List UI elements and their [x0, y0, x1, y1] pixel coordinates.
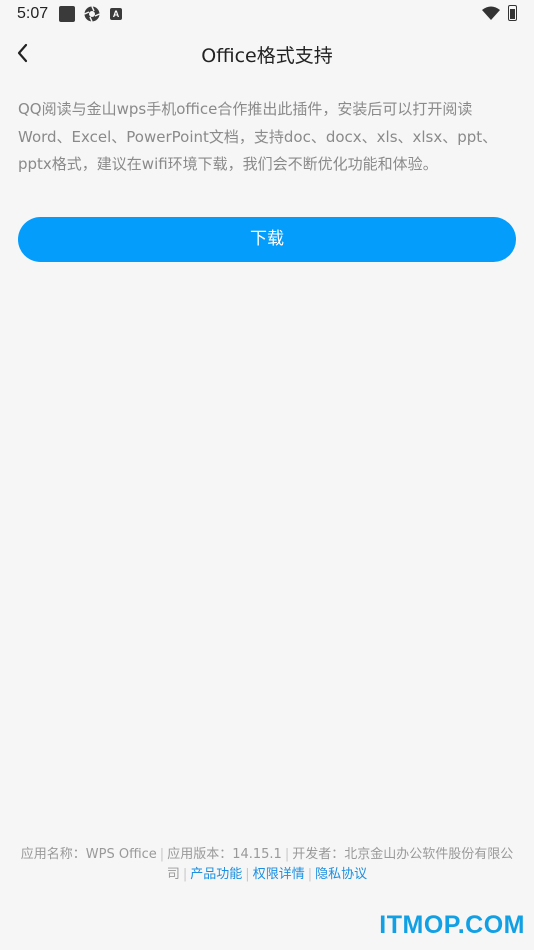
watermark-logo: ITMOP.COM	[379, 911, 525, 939]
app-info-footer: 应用名称：WPS Office | 应用版本：14.15.1 | 开发者：北京金山办公软…	[14, 845, 520, 885]
privacy-policy-link[interactable]: 隐私协议	[315, 867, 367, 882]
app-name-text: 应用名称：WPS Office	[20, 847, 157, 862]
product-features-link[interactable]: 产品功能	[190, 867, 242, 882]
divider: |	[245, 867, 250, 882]
divider: |	[284, 847, 290, 862]
a-letter-icon: A	[110, 8, 122, 20]
page-title: Office格式支持	[201, 45, 333, 67]
status-time: 5:07	[17, 5, 49, 22]
wifi-icon	[482, 6, 500, 20]
divider: |	[307, 867, 313, 882]
top-app-bar: Office格式支持	[0, 28, 534, 78]
aperture-icon	[84, 6, 100, 22]
plugin-description: QQ阅读与金山wps手机office合作推出此插件，安装后可以打开阅读Word、…	[18, 100, 498, 173]
battery-icon	[508, 5, 517, 21]
app-version-text: 应用版本：14.15.1	[167, 847, 282, 862]
divider: |	[159, 847, 165, 862]
notification-app-icon	[59, 6, 75, 22]
download-button[interactable]: 下载	[18, 217, 516, 262]
permission-details-link[interactable]: 权限详情	[253, 867, 305, 882]
divider: |	[182, 867, 188, 882]
status-bar: 5:07 A	[0, 0, 534, 28]
